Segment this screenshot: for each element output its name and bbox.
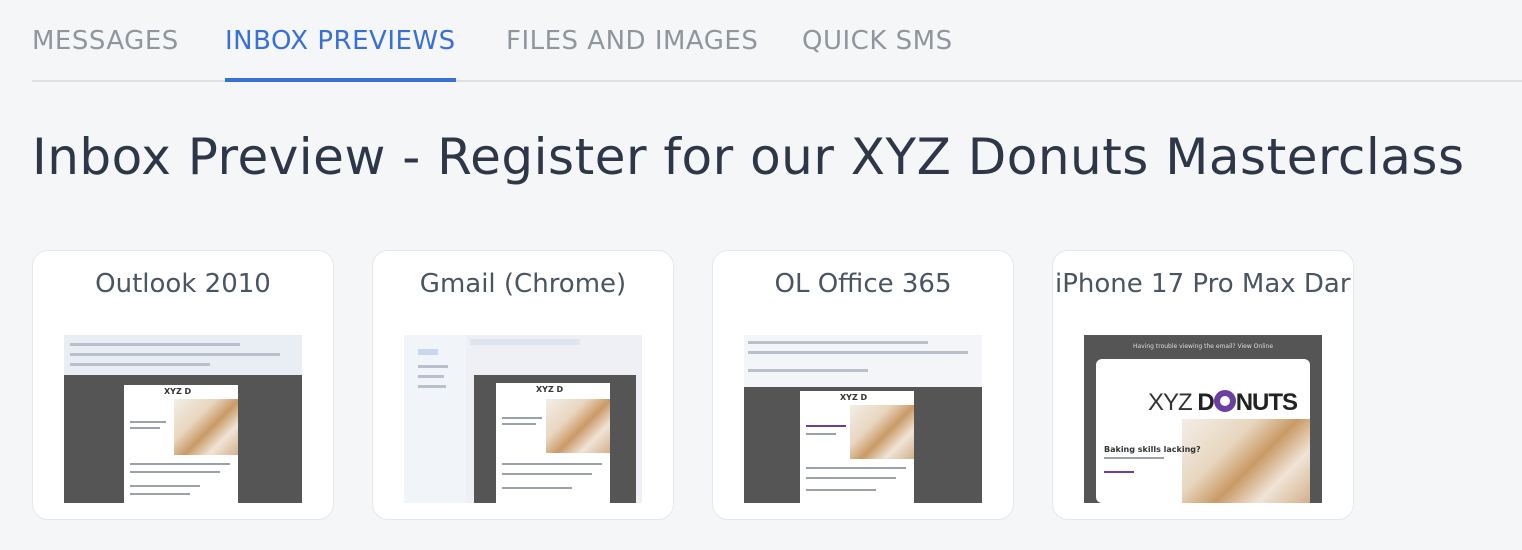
tab-inbox-previews[interactable]: INBOX PREVIEWS [225,26,456,82]
email-header-text: Having trouble viewing the email? View O… [1132,343,1274,350]
preview-card-iphone-17-pro-max-dark[interactable]: iPhone 17 Pro Max Dar Having trouble vie… [1052,250,1354,520]
preview-client-name: Gmail (Chrome) [419,269,627,299]
tab-quick-sms[interactable]: QUICK SMS [802,26,953,80]
email-headline: Baking skills lacking? [1104,445,1201,454]
preview-client-name: OL Office 365 [774,269,952,299]
preview-card-ol-office-365[interactable]: OL Office 365 XYZ D [712,250,1014,520]
preview-thumbnail[interactable]: XYZ D [404,335,642,503]
email-body: XYZ D [124,385,238,503]
tab-bar: MESSAGES INBOX PREVIEWS FILES AND IMAGES… [32,0,1522,82]
outlook-ribbon [64,335,302,375]
preview-client-name: iPhone 17 Pro Max Dar [1055,269,1351,299]
email-body: XYZ D NUTS Baking skills lacking? [1096,359,1310,503]
tab-files-and-images[interactable]: FILES AND IMAGES [506,26,758,80]
preview-thumbnail[interactable]: Having trouble viewing the email? View O… [1084,335,1322,503]
email-frame: XYZ D [474,375,636,503]
preview-client-name: Outlook 2010 [95,269,271,299]
tab-messages[interactable]: MESSAGES [32,26,179,80]
brand-logo: XYZ D NUTS [1148,389,1298,416]
gmail-sidebar [404,335,466,503]
office365-ribbon [744,335,982,387]
preview-card-gmail-chrome[interactable]: Gmail (Chrome) XYZ D [372,250,674,520]
hero-image [1182,419,1310,503]
email-body: XYZ D [800,391,914,503]
preview-thumbnail[interactable]: XYZ D [64,335,302,503]
page-title: Inbox Preview - Register for our XYZ Don… [32,128,1465,186]
preview-card-outlook-2010[interactable]: Outlook 2010 XYZ D [32,250,334,520]
preview-thumbnail[interactable]: XYZ D [744,335,982,503]
